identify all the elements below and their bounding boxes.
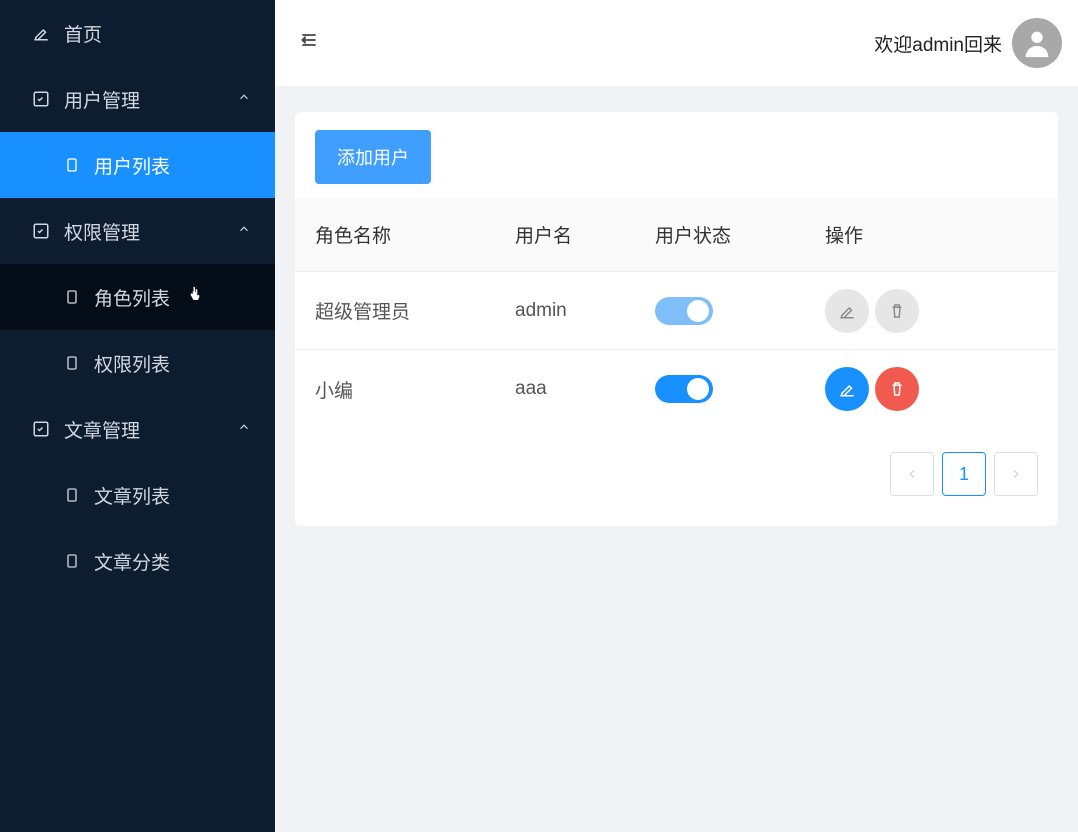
nav-article-cat-label: 文章分类 [94,548,170,575]
nav-article-list-label: 文章列表 [94,482,170,509]
nav-article-list[interactable]: 文章列表 [0,462,275,528]
nav-user-mgmt-label: 用户管理 [64,86,140,113]
nav-user-list-label: 用户列表 [94,152,170,179]
edit-square-icon [32,90,50,108]
cell-status [655,297,825,325]
welcome-text: 欢迎admin回来 [874,30,1002,57]
chevron-up-icon [237,88,251,110]
avatar[interactable] [1012,18,1062,68]
table-row: 超级管理员 admin [295,272,1058,350]
card: 添加用户 角色名称 用户名 用户状态 操作 超级管理员 admin [295,112,1058,526]
nav-article-cat[interactable]: 文章分类 [0,528,275,594]
nav-home[interactable]: 首页 [0,0,275,66]
page-number-button[interactable]: 1 [942,452,986,496]
main: 欢迎admin回来 添加用户 角色名称 用户名 用户状态 操作 超级管理员 ad… [275,0,1078,832]
table-row: 小编 aaa [295,350,1058,428]
nav-role-list[interactable]: 角色列表 [0,264,275,330]
nav-perm-mgmt-label: 权限管理 [64,218,140,245]
delete-button[interactable] [875,289,919,333]
page-prev-button[interactable] [890,452,934,496]
col-user-header: 用户名 [515,221,655,248]
cell-user: aaa [515,378,655,400]
edit-square-icon [32,222,50,240]
col-status-header: 用户状态 [655,221,825,248]
col-action-header: 操作 [825,221,1038,248]
document-icon [64,355,80,371]
cell-user: admin [515,300,655,322]
menu-toggle-button[interactable] [291,22,327,64]
nav-home-label: 首页 [64,20,102,47]
nav-perm-list[interactable]: 权限列表 [0,330,275,396]
document-icon [64,487,80,503]
nav-role-list-label: 角色列表 [94,284,170,311]
edit-button[interactable] [825,289,869,333]
pagination: 1 [295,428,1058,526]
header-right: 欢迎admin回来 [874,18,1062,68]
status-toggle[interactable] [655,375,713,403]
edit-button[interactable] [825,367,869,411]
nav-perm-mgmt[interactable]: 权限管理 [0,198,275,264]
nav-article-mgmt-label: 文章管理 [64,416,140,443]
user-table: 角色名称 用户名 用户状态 操作 超级管理员 admin [295,198,1058,428]
cell-action [825,367,1038,411]
document-icon [64,289,80,305]
nav-user-list[interactable]: 用户列表 [0,132,275,198]
delete-button[interactable] [875,367,919,411]
cell-role: 小编 [315,376,515,403]
status-toggle[interactable] [655,297,713,325]
table-header: 角色名称 用户名 用户状态 操作 [295,198,1058,272]
edit-square-icon [32,420,50,438]
header: 欢迎admin回来 [275,0,1078,86]
document-icon [64,553,80,569]
col-role-header: 角色名称 [315,221,515,248]
cell-action [825,289,1038,333]
cell-status [655,375,825,403]
nav-user-mgmt[interactable]: 用户管理 [0,66,275,132]
edit-icon [32,24,50,42]
document-icon [64,157,80,173]
nav-article-mgmt[interactable]: 文章管理 [0,396,275,462]
add-user-button[interactable]: 添加用户 [315,130,431,184]
cell-role: 超级管理员 [315,297,515,324]
page-next-button[interactable] [994,452,1038,496]
chevron-up-icon [237,418,251,440]
sidebar: 首页 用户管理 用户列表 权限管理 角色列表 权限列 [0,0,275,832]
content: 添加用户 角色名称 用户名 用户状态 操作 超级管理员 admin [275,86,1078,832]
nav-perm-list-label: 权限列表 [94,350,170,377]
chevron-up-icon [237,220,251,242]
